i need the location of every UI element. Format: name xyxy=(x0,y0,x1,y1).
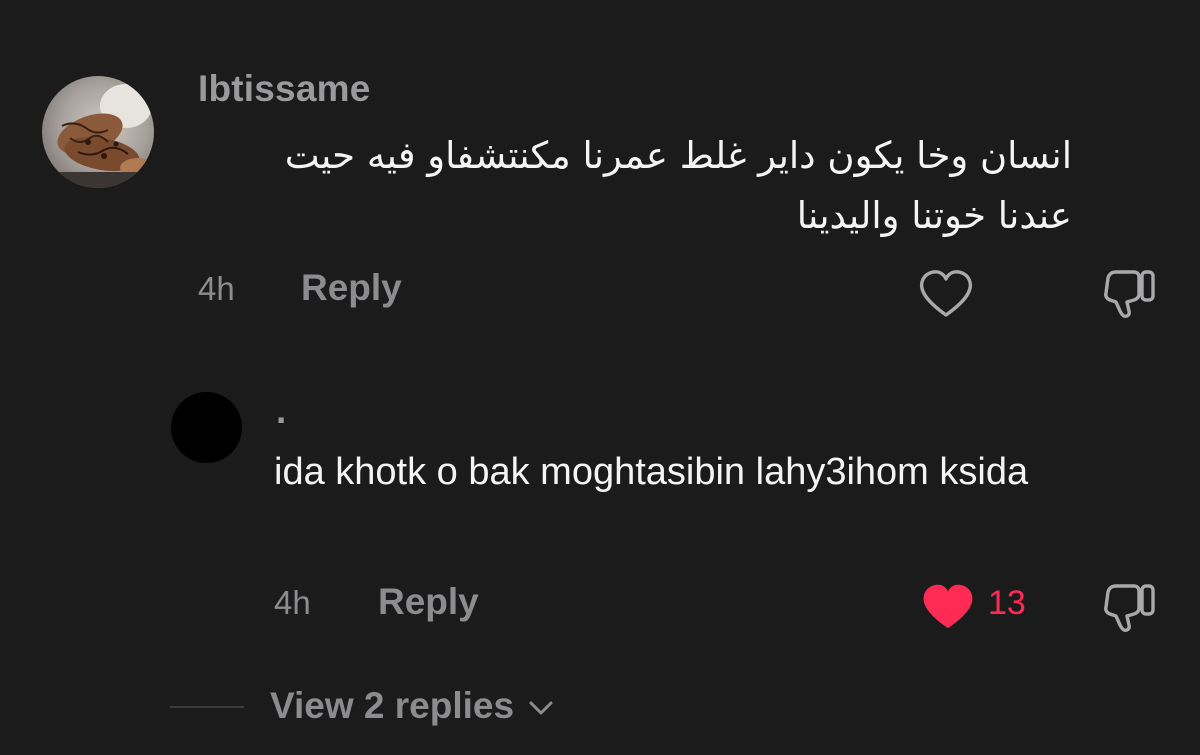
reply-button[interactable]: Reply xyxy=(378,581,479,623)
comment-text: ida khotk o bak moghtasibin lahy3ihom ks… xyxy=(274,451,1029,493)
thumbs-down-icon xyxy=(1104,584,1155,632)
dislike-button[interactable] xyxy=(1100,580,1160,634)
heart-outline-icon xyxy=(919,270,973,317)
comment-username[interactable]: . xyxy=(276,390,286,432)
chevron-down-icon xyxy=(529,701,553,715)
avatar[interactable] xyxy=(42,76,154,188)
comment-timestamp: 4h xyxy=(198,270,235,307)
heart-filled-icon xyxy=(923,584,973,629)
comment-timestamp: 4h xyxy=(274,584,311,621)
dislike-button[interactable] xyxy=(1100,266,1160,320)
comment-text: انسان وخا يكون داير غلط عمرنا مكنتشفاو ف… xyxy=(284,134,1072,237)
like-button[interactable] xyxy=(919,582,977,632)
thumbs-down-icon xyxy=(1104,270,1155,318)
like-button[interactable] xyxy=(917,268,975,320)
reply-button[interactable]: Reply xyxy=(301,267,402,309)
avatar-photo xyxy=(42,76,154,188)
view-replies-label: View 2 replies xyxy=(270,685,515,726)
like-count: 13 xyxy=(988,584,1026,622)
replies-divider xyxy=(170,706,244,708)
avatar[interactable] xyxy=(171,392,242,463)
comment-username[interactable]: Ibtissame xyxy=(198,68,371,110)
view-replies-button[interactable]: View 2 replies xyxy=(270,685,554,727)
